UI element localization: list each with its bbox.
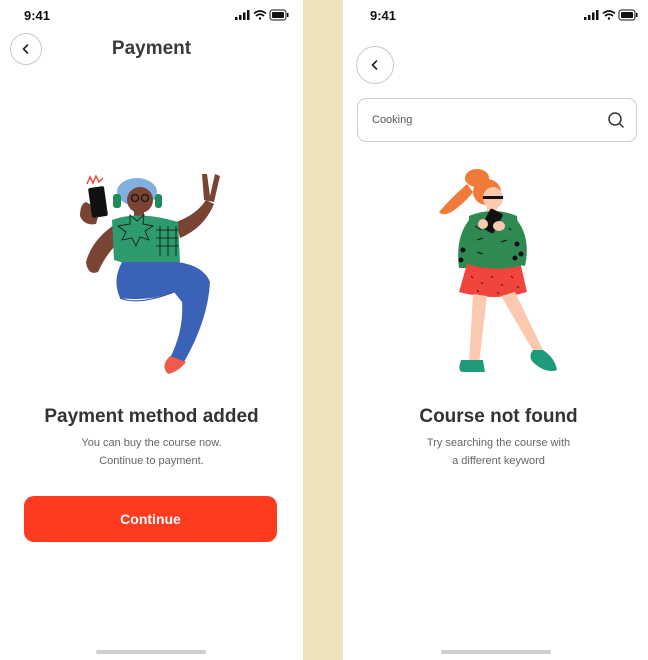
search-bar[interactable] <box>357 98 637 142</box>
subtext-line: Continue to payment. <box>99 455 204 467</box>
status-time: 9:41 <box>370 8 397 23</box>
home-indicator <box>96 650 206 654</box>
signal-icon <box>235 10 250 20</box>
status-icons <box>584 9 638 21</box>
signal-icon <box>584 10 599 20</box>
wifi-icon <box>253 10 267 20</box>
not-found-subtext: Try searching the course with a differen… <box>343 434 648 470</box>
subtext-line: a different keyword <box>452 455 545 467</box>
back-chevron-icon <box>371 60 378 70</box>
subtext-line: You can buy the course now. <box>81 437 222 449</box>
status-icons <box>235 9 289 21</box>
subtext-line: Try searching the course with <box>426 437 571 449</box>
payment-success-illustration <box>80 174 220 374</box>
back-button[interactable] <box>356 46 394 84</box>
payment-screen: 9:41 Payment Payment method added You ca… <box>0 0 303 660</box>
not-found-heading: Course not found <box>419 406 578 427</box>
battery-icon <box>269 9 289 21</box>
search-icon <box>608 112 624 128</box>
continue-button[interactable]: Continue <box>24 496 277 542</box>
success-heading: Payment method added <box>44 406 259 427</box>
search-input[interactable] <box>370 113 606 127</box>
success-subtext: You can buy the course now. Continue to … <box>0 434 303 470</box>
battery-icon <box>618 9 638 21</box>
wifi-icon <box>602 10 616 20</box>
search-button[interactable] <box>606 110 626 130</box>
page-title: Payment <box>111 38 192 59</box>
search-empty-screen: 9:41 Cooking Course not found Try search… <box>343 0 648 660</box>
status-time: 9:41 <box>24 8 51 23</box>
home-indicator <box>441 650 551 654</box>
not-found-illustration <box>439 169 557 372</box>
